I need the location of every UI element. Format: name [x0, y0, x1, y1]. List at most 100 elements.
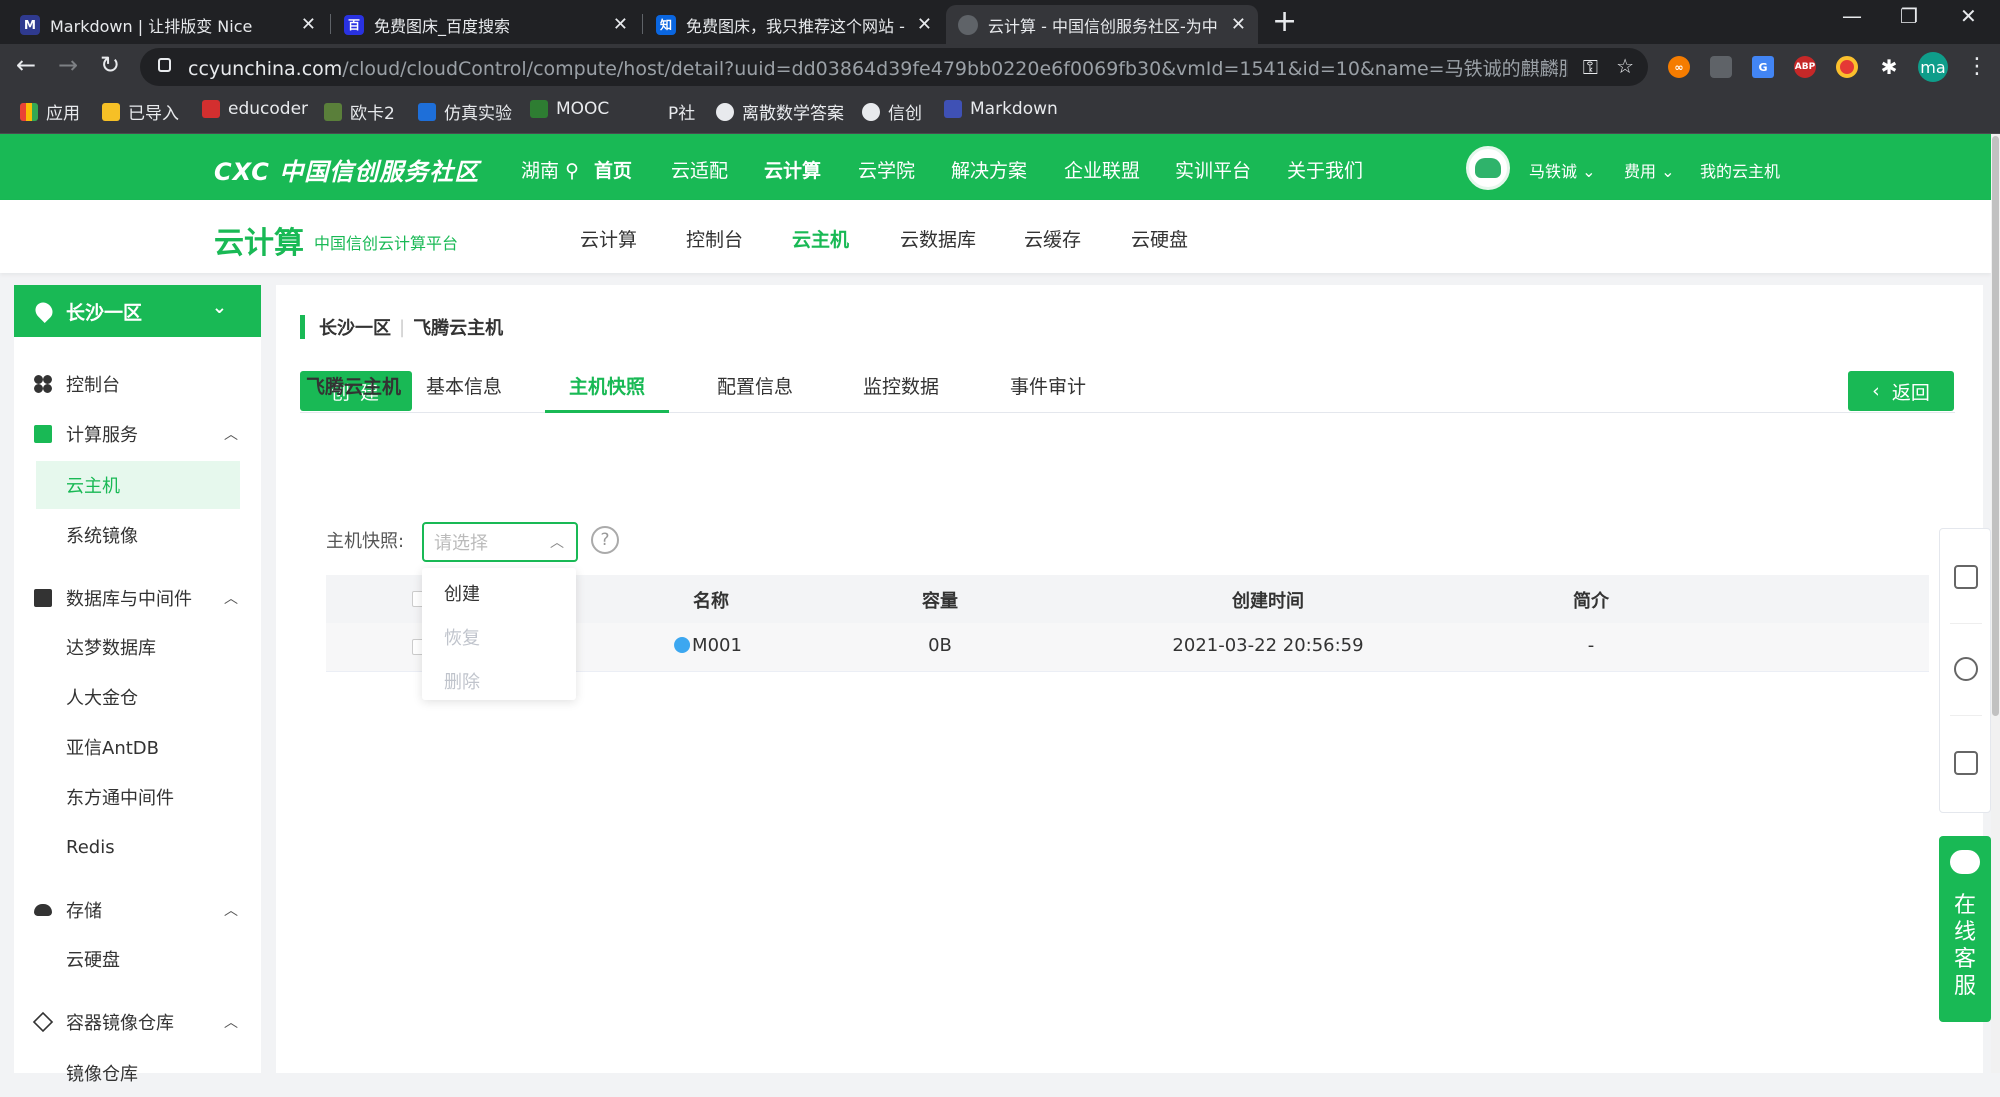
close-tab-icon[interactable]: ✕ — [917, 14, 932, 35]
address-bar[interactable]: ccyunchina.com/cloud/cloudControl/comput… — [140, 48, 1648, 86]
sim-icon — [418, 102, 436, 121]
bookmark-educoder[interactable]: educoder — [202, 99, 308, 119]
zhihu-favicon-icon: 知 — [656, 14, 676, 35]
nav-solutions[interactable]: 解决方案 — [951, 156, 1027, 183]
snapshot-select[interactable]: 请选择 ︿ — [422, 522, 578, 562]
profile-avatar[interactable]: ma — [1918, 52, 1948, 82]
dropdown-item-restore[interactable]: 恢复 — [444, 624, 480, 650]
sidebar-item-antdb[interactable]: 亚信AntDB — [36, 723, 240, 771]
bookmark-ets2[interactable]: 欧卡2 — [324, 99, 395, 124]
close-window-icon[interactable]: ✕ — [1960, 4, 1977, 28]
extensions-puzzle-icon[interactable]: ✱ — [1878, 55, 1900, 79]
nav-about[interactable]: 关于我们 — [1287, 156, 1363, 183]
dropdown-item-delete[interactable]: 删除 — [444, 668, 480, 694]
bookmark-discrete-math[interactable]: 离散数学答案 — [716, 99, 844, 124]
online-service-button[interactable]: 在 线 客 服 — [1939, 836, 1991, 1022]
page-scrollbar[interactable] — [1991, 134, 2000, 1073]
sidebar-item-repo[interactable]: 镜像仓库 — [36, 1049, 240, 1097]
dropdown-item-create[interactable]: 创建 — [444, 580, 480, 606]
extension-infinity-icon[interactable]: ∞ — [1668, 56, 1690, 78]
bookmark-markdown[interactable]: Markdown — [944, 99, 1058, 119]
user-avatar[interactable] — [1466, 146, 1510, 190]
nav-academy[interactable]: 云学院 — [858, 156, 915, 183]
minimize-icon[interactable]: — — [1842, 4, 1862, 28]
sidebar-item-disk[interactable]: 云硬盘 — [36, 935, 240, 983]
browser-tab-1[interactable]: M Markdown | 让排版变 Nice ✕ — [8, 5, 328, 44]
bookmark-imported[interactable]: 已导入 — [102, 99, 179, 124]
forward-icon[interactable]: → — [58, 50, 78, 80]
tab-host-name[interactable]: 飞腾云主机 — [306, 372, 401, 413]
sidebar-item-kingbase[interactable]: 人大金仓 — [36, 673, 240, 721]
my-host-link[interactable]: 我的云主机 — [1700, 158, 1780, 182]
extension-translate-icon[interactable]: G — [1752, 56, 1774, 78]
menu-kebab-icon[interactable]: ⋮ — [1966, 52, 1988, 82]
site-logo[interactable]: CXC 中国信创服务社区 — [214, 152, 479, 187]
tab-basic-info[interactable]: 基本信息 — [426, 372, 502, 413]
brand-subtitle: 中国信创云计算平台 — [314, 234, 459, 253]
subnav-cloud[interactable]: 云计算 — [580, 225, 637, 252]
browser-tab-2[interactable]: 百 免费图床_百度搜索 ✕ — [332, 5, 640, 44]
sidebar-item-redis[interactable]: Redis — [36, 823, 240, 871]
fee-menu[interactable]: 费用 ⌄ — [1624, 158, 1675, 182]
sidebar-item-console[interactable]: 控制台 — [34, 371, 120, 397]
subnav-host[interactable]: 云主机 — [792, 225, 849, 252]
sidebar-group-database[interactable]: 数据库与中间件 ︿ — [34, 585, 238, 611]
subnav-disk[interactable]: 云硬盘 — [1131, 225, 1188, 252]
contact-card-icon[interactable] — [1954, 565, 1978, 589]
sidebar-group-registry[interactable]: 容器镜像仓库 ︿ — [32, 1009, 238, 1035]
bookmark-sim[interactable]: 仿真实验 — [418, 99, 512, 124]
bookmark-mooc[interactable]: MOOC — [530, 99, 609, 119]
sidebar-group-compute[interactable]: 计算服务 ︿ — [34, 421, 238, 447]
sidebar-item-tongtech[interactable]: 东方通中间件 — [36, 773, 240, 821]
sub-header: 云计算 中国信创云计算平台 云计算 控制台 云主机 云数据库 云缓存 云硬盘 — [0, 200, 1991, 273]
key-icon[interactable]: ⚿ — [1583, 55, 1598, 79]
breadcrumb-region[interactable]: 长沙一区 — [319, 314, 391, 340]
bookmark-pshe[interactable]: P社 — [668, 99, 695, 124]
sidebar-item-host[interactable]: 云主机 — [36, 461, 240, 509]
bookmark-xinchuang[interactable]: 信创 — [862, 99, 922, 124]
sidebar-group-storage[interactable]: 存储 ︿ — [34, 897, 238, 923]
new-tab-icon[interactable]: + — [1272, 6, 1297, 38]
extension-incognito-icon[interactable] — [1710, 56, 1732, 78]
subnav-console[interactable]: 控制台 — [686, 225, 743, 252]
subnav-cache[interactable]: 云缓存 — [1024, 225, 1081, 252]
tab-monitor[interactable]: 监控数据 — [863, 372, 939, 413]
bookmark-book-icon[interactable] — [1954, 751, 1978, 775]
nav-cloud[interactable]: 云计算 — [764, 156, 821, 183]
service-char: 服 — [1953, 974, 1976, 999]
tab-config[interactable]: 配置信息 — [717, 372, 793, 413]
brand-title[interactable]: 云计算 — [214, 218, 304, 262]
nav-training[interactable]: 实训平台 — [1175, 156, 1251, 183]
question-circle-icon[interactable] — [1954, 657, 1978, 681]
scrollbar-thumb[interactable] — [1992, 136, 1999, 716]
bookmark-apps[interactable]: 应用 — [20, 99, 80, 124]
extension-chrome-icon[interactable] — [1836, 56, 1858, 78]
sidebar-item-dm[interactable]: 达梦数据库 — [36, 623, 240, 671]
url-text[interactable]: ccyunchina.com/cloud/cloudControl/comput… — [188, 54, 1568, 81]
sidebar-item-image[interactable]: 系统镜像 — [36, 511, 240, 559]
browser-tab-3[interactable]: 知 免费图床，我只推荐这个网站 - 知 ✕ — [644, 5, 944, 44]
tab-audit[interactable]: 事件审计 — [1010, 372, 1086, 413]
user-menu[interactable]: 马铁诚 ⌄ — [1529, 158, 1596, 182]
nav-adapt[interactable]: 云适配 — [671, 156, 728, 183]
restore-icon[interactable]: ❐ — [1900, 4, 1918, 28]
bookmark-label: 应用 — [46, 104, 80, 124]
nav-region[interactable]: 湖南 ⚲ — [521, 156, 579, 183]
service-char: 线 — [1953, 920, 1976, 945]
bookmark-label: 信创 — [888, 104, 922, 124]
browser-tab-4-active[interactable]: 云计算 - 中国信创服务社区-为中 ✕ — [946, 5, 1258, 44]
extension-abp-icon[interactable]: ABP — [1794, 56, 1816, 78]
nav-alliance[interactable]: 企业联盟 — [1064, 156, 1140, 183]
nav-home[interactable]: 首页 — [594, 156, 632, 183]
region-selector[interactable]: 长沙一区 ⌄ — [14, 285, 261, 337]
tab-snapshot[interactable]: 主机快照 — [545, 372, 669, 413]
chevron-up-icon: ︿ — [224, 903, 238, 919]
reload-icon[interactable]: ↻ — [100, 50, 120, 80]
star-icon[interactable]: ☆ — [1616, 54, 1634, 78]
help-icon[interactable]: ? — [591, 526, 619, 554]
back-icon[interactable]: ← — [16, 50, 36, 80]
subnav-database[interactable]: 云数据库 — [900, 225, 976, 252]
close-tab-icon[interactable]: ✕ — [613, 14, 628, 35]
close-tab-icon[interactable]: ✕ — [1231, 14, 1246, 35]
close-tab-icon[interactable]: ✕ — [301, 14, 316, 35]
